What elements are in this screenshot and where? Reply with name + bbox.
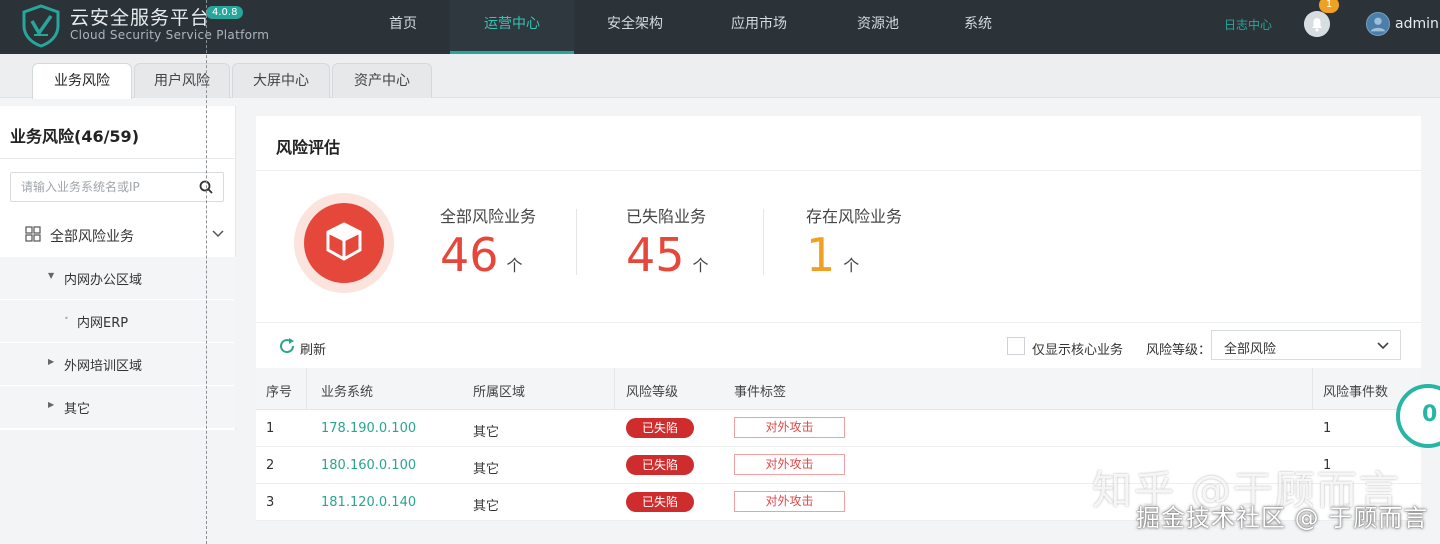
tree-item-other[interactable]: ▶ 其它 bbox=[0, 386, 236, 428]
refresh-icon[interactable] bbox=[278, 337, 296, 355]
divider bbox=[763, 209, 764, 275]
table-header: 序号 业务系统 所属区域 风险等级 事件标签 风险事件数 bbox=[256, 368, 1421, 410]
risk-level-badge: 已失陷 bbox=[626, 418, 694, 438]
tree-item-label: 内网ERP bbox=[77, 316, 129, 331]
tree-item-intranet-erp[interactable]: • 内网ERP bbox=[0, 300, 236, 342]
risk-level-label: 风险等级： bbox=[1146, 343, 1212, 358]
tree-item-label: 其它 bbox=[64, 402, 91, 417]
stat-value: 45 bbox=[626, 228, 685, 282]
tab-user-risk[interactable]: 用户风险 bbox=[134, 63, 230, 98]
grid-icon bbox=[25, 226, 41, 242]
column-header-no[interactable]: 序号 bbox=[266, 381, 292, 400]
cell-region: 其它 bbox=[473, 499, 500, 514]
search-box bbox=[10, 172, 224, 202]
tree-item-label: 内网办公区域 bbox=[64, 273, 143, 288]
panel-title: 风险评估 bbox=[276, 138, 341, 157]
shield-logo-icon bbox=[22, 4, 60, 48]
stat-value: 46 bbox=[440, 228, 499, 282]
nav-home[interactable]: 首页 bbox=[370, 0, 436, 54]
risk-level-select[interactable]: 全部风险 bbox=[1211, 330, 1401, 360]
nav-system[interactable]: 系统 bbox=[950, 0, 1006, 54]
username[interactable]: admin bbox=[1395, 16, 1439, 32]
cell-no: 2 bbox=[266, 458, 275, 473]
floating-counter-value: 0 bbox=[1422, 402, 1438, 427]
cell-system-link[interactable]: 178.190.0.100 bbox=[321, 421, 416, 436]
divider bbox=[306, 368, 307, 410]
app-name-en: Cloud Security Service Platform bbox=[70, 28, 270, 42]
column-header-event-count[interactable]: 风险事件数 bbox=[1323, 381, 1388, 400]
stat-label: 全部风险业务 bbox=[440, 207, 537, 226]
cell-region: 其它 bbox=[473, 462, 500, 477]
caret-right-icon: ▶ bbox=[48, 400, 55, 409]
risk-level-badge: 已失陷 bbox=[626, 492, 694, 512]
nav-operations-center[interactable]: 运营中心 bbox=[450, 0, 574, 54]
cell-event-count: 1 bbox=[1323, 421, 1332, 436]
stats-summary: 全部风险业务 46 个 已失陷业务 45 个 存在风险业务 1个 bbox=[256, 171, 1421, 321]
table-row[interactable]: 1 178.190.0.100 其它 已失陷 对外攻击 1 bbox=[256, 410, 1421, 447]
tab-bar: 业务风险 用户风险 大屏中心 资产中心 bbox=[0, 54, 1440, 99]
dot-icon: • bbox=[64, 314, 69, 323]
stat-label: 存在风险业务 bbox=[806, 207, 903, 226]
chevron-down-icon bbox=[1377, 342, 1389, 350]
event-tag: 对外攻击 bbox=[734, 454, 845, 475]
tree-item-label: 外网培训区域 bbox=[64, 359, 143, 374]
stat-label: 已失陷业务 bbox=[626, 207, 707, 226]
guide-line bbox=[206, 0, 207, 544]
cell-region: 其它 bbox=[473, 425, 500, 440]
stat-unit: 个 bbox=[843, 256, 860, 275]
column-header-event-tag[interactable]: 事件标签 bbox=[734, 381, 786, 400]
nav-app-market[interactable]: 应用市场 bbox=[714, 0, 804, 54]
risk-level-badge: 已失陷 bbox=[626, 455, 694, 475]
stat-unit: 个 bbox=[506, 256, 523, 275]
divider bbox=[576, 209, 577, 275]
tree-root-all-risk[interactable]: 全部风险业务 bbox=[0, 214, 236, 258]
column-header-risk-level[interactable]: 风险等级 bbox=[626, 381, 678, 400]
stat-unit: 个 bbox=[692, 256, 709, 275]
stat-all-risk: 全部风险业务 46 个 bbox=[440, 203, 536, 283]
search-input[interactable] bbox=[11, 173, 191, 201]
caret-right-icon: ▶ bbox=[48, 357, 55, 366]
bell-icon[interactable] bbox=[1304, 11, 1330, 37]
table-toolbar: 刷新 仅显示核心业务 风险等级： 全部风险 bbox=[256, 322, 1421, 368]
tab-big-screen[interactable]: 大屏中心 bbox=[232, 63, 330, 98]
event-tag: 对外攻击 bbox=[734, 417, 845, 438]
nav-security-architecture[interactable]: 安全架构 bbox=[590, 0, 680, 54]
log-center-link[interactable]: 日志中心 bbox=[1224, 16, 1272, 33]
stat-compromised: 已失陷业务 45 个 bbox=[626, 203, 709, 283]
top-navbar: 云安全服务平台 4.0.8 Cloud Security Service Pla… bbox=[0, 0, 1440, 54]
sidebar-title: 业务风险(46/59) bbox=[10, 127, 140, 146]
caret-down-icon: ▼ bbox=[48, 271, 55, 280]
tree-item-extranet-training[interactable]: ▶ 外网培训区域 bbox=[0, 343, 236, 385]
column-header-region[interactable]: 所属区域 bbox=[473, 381, 525, 400]
divider bbox=[0, 158, 236, 159]
tree-root-label: 全部风险业务 bbox=[50, 229, 134, 245]
chevron-down-icon[interactable] bbox=[210, 226, 226, 242]
cell-no: 3 bbox=[266, 495, 275, 510]
core-only-label[interactable]: 仅显示核心业务 bbox=[1032, 339, 1123, 358]
column-header-system[interactable]: 业务系统 bbox=[321, 381, 373, 400]
version-badge: 4.0.8 bbox=[206, 6, 244, 19]
user-avatar-icon[interactable] bbox=[1366, 12, 1390, 36]
tab-business-risk[interactable]: 业务风险 bbox=[32, 63, 132, 99]
tab-asset-center[interactable]: 资产中心 bbox=[332, 63, 432, 98]
cube-icon bbox=[326, 222, 362, 261]
event-tag: 对外攻击 bbox=[734, 491, 845, 512]
core-only-checkbox[interactable] bbox=[1007, 337, 1025, 355]
sidebar: 业务风险(46/59) 全部风险业务 ▼ 内网办公区域 • 内网ERP ▶ 外网… bbox=[0, 106, 236, 430]
risk-level-value: 全部风险 bbox=[1224, 342, 1277, 357]
app-name-cn: 云安全服务平台 bbox=[70, 7, 211, 29]
watermark-juejin: 掘金技术社区 @ 于顾而言 bbox=[1136, 504, 1429, 532]
cell-system-link[interactable]: 181.120.0.140 bbox=[321, 495, 416, 510]
tree-item-intranet-office[interactable]: ▼ 内网办公区域 bbox=[0, 257, 236, 299]
refresh-button[interactable]: 刷新 bbox=[300, 339, 326, 358]
notification-count-badge: 1 bbox=[1319, 0, 1339, 13]
cell-no: 1 bbox=[266, 421, 275, 436]
stat-value: 1 bbox=[806, 228, 836, 282]
stat-at-risk: 存在风险业务 1个 bbox=[806, 203, 902, 283]
cell-system-link[interactable]: 180.160.0.100 bbox=[321, 458, 416, 473]
divider bbox=[614, 368, 615, 410]
divider bbox=[1312, 368, 1313, 410]
nav-resource-pool[interactable]: 资源池 bbox=[840, 0, 916, 54]
